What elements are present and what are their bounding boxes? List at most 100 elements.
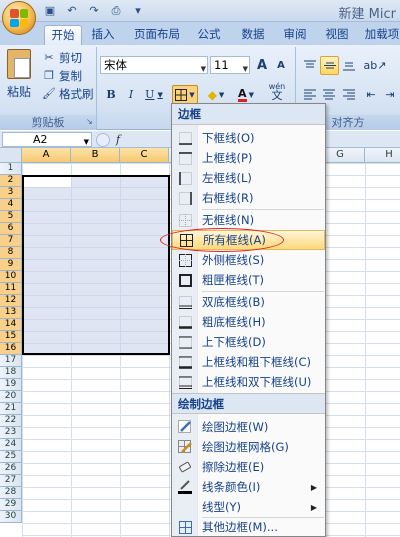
- tab-review[interactable]: 审阅: [280, 25, 310, 45]
- row-header[interactable]: 20: [0, 391, 22, 403]
- row-header[interactable]: 13: [0, 307, 22, 319]
- menu-item-double-bottom-border[interactable]: 双底框线(B): [172, 292, 325, 312]
- customize-qat-icon[interactable]: ▾: [130, 3, 146, 18]
- undo-icon[interactable]: ↶: [64, 3, 80, 18]
- row-header[interactable]: 9: [0, 259, 22, 271]
- menu-item-thick-box-border[interactable]: 粗匣框线(T): [172, 270, 325, 290]
- select-all-corner[interactable]: [0, 148, 22, 163]
- row-header[interactable]: 25: [0, 451, 22, 463]
- menu-item-top-thick-bottom-border[interactable]: 上框线和粗下框线(C): [172, 352, 325, 372]
- top-bottom-border-icon: [177, 334, 193, 350]
- selected-range[interactable]: [22, 175, 170, 355]
- menu-item-thick-bottom-border[interactable]: 粗底框线(H): [172, 312, 325, 332]
- align-left-button[interactable]: [301, 85, 319, 104]
- row-header[interactable]: 17: [0, 355, 22, 367]
- phonetic-button[interactable]: wén 文: [264, 81, 290, 101]
- italic-button[interactable]: I: [122, 85, 140, 104]
- tab-view[interactable]: 视图: [322, 25, 352, 45]
- tab-addins[interactable]: 加载项: [362, 25, 400, 45]
- active-cell[interactable]: [24, 177, 71, 187]
- align-bottom-button[interactable]: [340, 56, 358, 75]
- column-header[interactable]: B: [71, 148, 120, 163]
- row-header[interactable]: 30: [0, 511, 22, 523]
- menu-item-no-border[interactable]: 无框线(N): [172, 210, 325, 230]
- row-header[interactable]: 5: [0, 211, 22, 223]
- office-button[interactable]: [2, 1, 36, 35]
- copy-button[interactable]: ❐ 复制: [42, 67, 82, 84]
- row-header[interactable]: 14: [0, 319, 22, 331]
- align-right-button[interactable]: [340, 85, 358, 104]
- column-header[interactable]: C: [120, 148, 169, 163]
- borders-button[interactable]: ▼: [172, 85, 198, 104]
- underline-button[interactable]: U ▼: [142, 85, 166, 104]
- row-header[interactable]: 22: [0, 415, 22, 427]
- menu-item-erase-border[interactable]: 擦除边框(E): [172, 457, 325, 477]
- row-header[interactable]: 3: [0, 187, 22, 199]
- row-header[interactable]: 23: [0, 427, 22, 439]
- row-header[interactable]: 8: [0, 247, 22, 259]
- clipboard-group-label: 剪贴板: [0, 115, 96, 130]
- menu-item-left-border[interactable]: 左框线(L): [172, 168, 325, 188]
- row-header[interactable]: 24: [0, 439, 22, 451]
- menu-item-more-borders[interactable]: 其他边框(M)...: [172, 517, 325, 537]
- row-header[interactable]: 2: [0, 175, 22, 187]
- tab-page-layout[interactable]: 页面布局: [128, 25, 186, 45]
- row-header[interactable]: 28: [0, 487, 22, 499]
- column-header[interactable]: A: [22, 148, 71, 163]
- name-box[interactable]: A2 ▼: [2, 132, 92, 147]
- row-header[interactable]: 21: [0, 403, 22, 415]
- row-header[interactable]: 11: [0, 283, 22, 295]
- tab-insert[interactable]: 插入: [86, 25, 120, 45]
- align-top-button[interactable]: [301, 56, 319, 75]
- menu-item-outside-borders[interactable]: 外侧框线(S): [172, 250, 325, 270]
- row-header[interactable]: 15: [0, 331, 22, 343]
- row-header[interactable]: 4: [0, 199, 22, 211]
- row-header[interactable]: 12: [0, 295, 22, 307]
- dialog-launcher-icon[interactable]: ↘: [86, 117, 93, 126]
- align-center-button[interactable]: [320, 85, 338, 104]
- menu-item-top-border[interactable]: 上框线(P): [172, 148, 325, 168]
- decrease-indent-button[interactable]: ⇤: [362, 85, 380, 104]
- menu-item-top-bottom-border[interactable]: 上下框线(D): [172, 332, 325, 352]
- row-header[interactable]: 19: [0, 379, 22, 391]
- tab-home[interactable]: 开始: [44, 25, 82, 45]
- paste-button[interactable]: 粘贴: [4, 49, 34, 111]
- format-painter-button[interactable]: 🖌 格式刷: [42, 85, 93, 102]
- shrink-font-button[interactable]: A: [272, 56, 290, 75]
- menu-item-draw-border[interactable]: 绘图边框(W): [172, 417, 325, 437]
- increase-indent-button[interactable]: ⇥: [381, 85, 399, 104]
- grow-font-button[interactable]: A: [253, 56, 271, 75]
- fill-color-button[interactable]: ◆ ▼: [202, 85, 230, 104]
- print-preview-icon[interactable]: ⎙: [108, 3, 124, 18]
- row-header[interactable]: 10: [0, 271, 22, 283]
- row-header[interactable]: 6: [0, 223, 22, 235]
- menu-item-line-color[interactable]: 线条颜色(I) ▶: [172, 477, 325, 497]
- fx-label[interactable]: f: [116, 133, 120, 146]
- bold-button[interactable]: B: [102, 85, 120, 104]
- row-header[interactable]: 26: [0, 463, 22, 475]
- chevron-down-icon: ▼: [200, 65, 206, 73]
- orientation-button[interactable]: ab↗: [362, 56, 388, 75]
- tab-data[interactable]: 数据: [236, 25, 270, 45]
- menu-item-draw-border-grid[interactable]: 绘图边框网格(G): [172, 437, 325, 457]
- tab-formulas[interactable]: 公式: [192, 25, 226, 45]
- row-header[interactable]: 29: [0, 499, 22, 511]
- font-color-button[interactable]: A ▼: [232, 85, 260, 104]
- row-header[interactable]: 1: [0, 163, 22, 175]
- redo-icon[interactable]: ↷: [86, 3, 102, 18]
- cut-button[interactable]: ✂ 剪切: [42, 49, 82, 66]
- menu-item-right-border[interactable]: 右框线(R): [172, 188, 325, 208]
- menu-item-line-style[interactable]: 线型(Y) ▶: [172, 497, 325, 517]
- font-size-combo[interactable]: 11 ▼: [210, 56, 250, 74]
- save-icon[interactable]: ▣: [42, 3, 58, 18]
- align-middle-button[interactable]: [320, 56, 339, 75]
- menu-item-top-double-bottom-border[interactable]: 上框线和双下框线(U): [172, 372, 325, 392]
- row-header[interactable]: 18: [0, 367, 22, 379]
- row-header[interactable]: 27: [0, 475, 22, 487]
- column-header[interactable]: H: [365, 148, 400, 163]
- font-name-combo[interactable]: 宋体 ▼: [100, 56, 208, 74]
- row-header[interactable]: 16: [0, 343, 22, 355]
- menu-item-bottom-border[interactable]: 下框线(O): [172, 128, 325, 148]
- bottom-border-icon: [177, 130, 193, 146]
- row-header[interactable]: 7: [0, 235, 22, 247]
